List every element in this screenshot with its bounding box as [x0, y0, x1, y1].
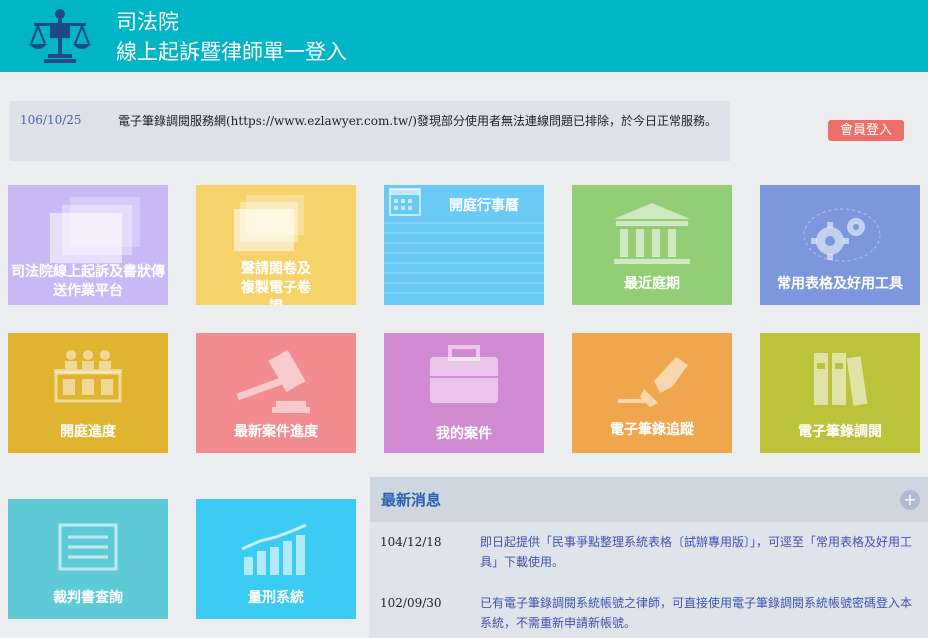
tile-label: 開庭行事曆	[449, 198, 519, 214]
tile-hearing-progress[interactable]: 開庭進度	[8, 333, 168, 453]
tile-label: 量刑系統	[248, 590, 304, 606]
news-item-link[interactable]: 已有電子筆錄調閱系統帳號之律師，可直接使用電子筆錄調閱系統帳號密碼登入本系統，不…	[480, 593, 920, 633]
news-header: 最新消息 +	[370, 477, 928, 522]
tile-sentencing-system[interactable]: 量刑系統	[196, 499, 356, 619]
site-title: 司法院	[116, 10, 179, 34]
tile-label: 電子筆錄追蹤	[610, 422, 694, 438]
tile-label: 常用表格及好用工具	[777, 276, 903, 292]
tile-court-calendar[interactable]: 開庭行事曆	[384, 185, 544, 305]
tile-label: 電子筆錄調閱	[798, 424, 882, 440]
announcement-bar: 106/10/25 電子筆錄調閱服務網(https://www.ezlawyer…	[10, 101, 730, 161]
tile-case-progress[interactable]: 最新案件進度	[196, 333, 356, 453]
news-date: 104/12/18	[380, 535, 442, 549]
tile-my-cases[interactable]: 我的案件	[384, 333, 544, 453]
tile-forms-tools[interactable]: 常用表格及好用工具	[760, 185, 920, 305]
tile-label: 我的案件	[436, 426, 492, 442]
tile-transcript-tracking[interactable]: 電子筆錄追蹤	[572, 333, 732, 453]
tile-label: 司法院線上起訴及書狀傳送作業平台	[11, 264, 165, 299]
justice-scale-icon[interactable]	[28, 6, 92, 66]
member-login-button[interactable]: 會員登入	[828, 120, 904, 141]
announcement-date: 106/10/25	[20, 113, 82, 127]
news-title: 最新消息	[381, 491, 442, 509]
tile-transcript-access[interactable]: 電子筆錄調閱	[760, 333, 920, 453]
page-header: 司法院 線上起訴暨律師單一登入	[0, 0, 928, 72]
tile-label: 開庭進度	[60, 424, 116, 440]
news-panel: 最新消息 + 104/12/18 即日起提供「民事爭點整理系統表格〔試辦專用版〕…	[370, 477, 928, 638]
site-subtitle: 線上起訴暨律師單一登入	[116, 40, 347, 64]
tile-label: 聲請閱卷及複製電子卷證	[241, 261, 311, 305]
tile-label: 裁判書查詢	[53, 590, 123, 606]
tile-online-filing[interactable]: 司法院線上起訴及書狀傳送作業平台	[8, 185, 168, 305]
announcement-text[interactable]: 電子筆錄調閱服務網(https://www.ezlawyer.com.tw/)發…	[118, 111, 718, 131]
tile-label: 最新案件進度	[234, 424, 318, 440]
tile-label: 最近庭期	[624, 276, 680, 292]
tile-recent-hearings[interactable]: 最近庭期	[572, 185, 732, 305]
news-date: 102/09/30	[380, 596, 442, 610]
news-item-link[interactable]: 即日起提供「民事爭點整理系統表格〔試辦專用版〕」，可逕至「常用表格及好用工具」下…	[480, 532, 920, 572]
tile-file-review[interactable]: 聲請閱卷及複製電子卷證	[196, 185, 356, 305]
tile-judgment-search[interactable]: 裁判書查詢	[8, 499, 168, 619]
news-more-button[interactable]: +	[900, 490, 920, 510]
